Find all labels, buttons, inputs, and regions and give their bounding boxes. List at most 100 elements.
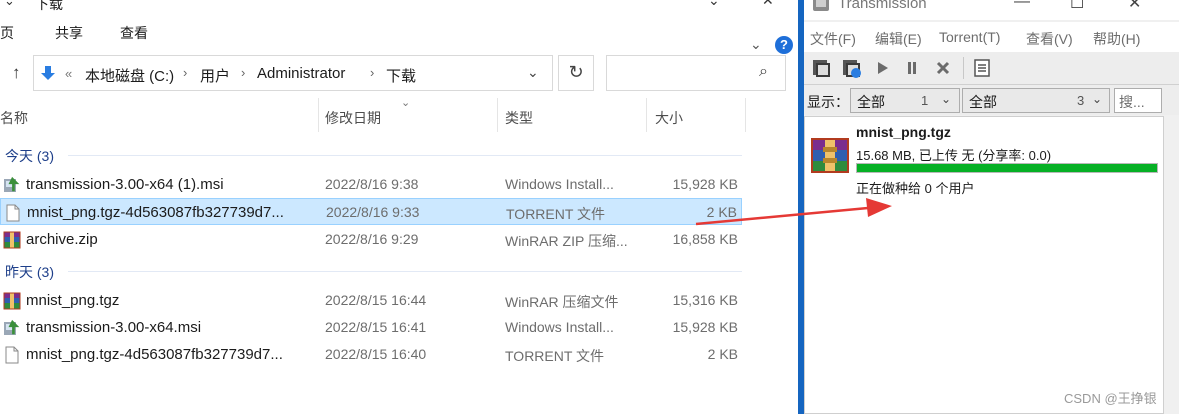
file-type: TORRENT 文件 [505,348,605,364]
filter-bar: 显示： 全部 1 ⌄ 全部 3 ⌄ 搜... [804,85,1179,115]
file-size: 16,858 KB [672,231,738,247]
transmission-window-title: Transmission [838,0,927,12]
column-header-type[interactable]: 类型 [498,98,646,132]
file-name: transmission-3.00-x64.msi [26,319,202,336]
breadcrumb-users[interactable]: 用户 [200,65,230,86]
toolbar [804,52,1179,85]
torrent-progress-fill [857,164,1157,172]
torrent-file-icon [4,204,22,222]
watermark: CSDN @王挣银 [1064,391,1157,406]
file-name: mnist_png.tgz-4d563087fb327739d7... [27,204,284,221]
tracker-filter-select[interactable]: 全部 3 ⌄ [962,88,1110,113]
ribbon-tabs: 主页 共享 查看 ⌄ ? [0,14,798,54]
winrar-archive-icon [811,138,849,173]
file-date: 2022/8/16 9:33 [326,204,420,220]
file-type: WinRAR ZIP 压缩... [505,233,628,249]
torrent-item[interactable]: mnist_png.tgz 15.68 MB, 已上传 无 (分享率: 0.0)… [805,117,1163,197]
quick-access-chevron-icon[interactable]: ⌄ [4,0,15,9]
close-button[interactable]: ✕ [762,0,774,9]
file-row-selected[interactable]: mnist_png.tgz-4d563087fb327739d7... 2022… [0,198,742,225]
toolbar-separator [963,57,964,79]
pause-icon[interactable] [901,57,923,79]
menu-bar: 文件(F) 编辑(E) Torrent(T) 查看(V) 帮助(H) [804,22,1179,52]
maximize-button[interactable]: ☐ [1070,0,1084,13]
torrent-search-input[interactable]: 搜... [1114,88,1162,113]
properties-icon[interactable] [971,57,993,79]
address-bar[interactable]: « 本地磁盘 (C:) › 用户 › Administrator › 下载 ⌄ [33,55,553,91]
address-row: ↑ « 本地磁盘 (C:) › 用户 › Administrator › 下载 … [0,50,798,96]
address-dropdown-icon[interactable]: ⌄ [527,64,539,81]
group-header-yesterday[interactable]: 昨天 (3) [5,262,54,282]
transmission-app-icon [813,0,829,11]
tracker-filter-value: 全部 [969,94,997,110]
chevron-down-icon: ⌄ [941,92,952,106]
column-header-date[interactable]: 修改日期 [319,98,497,132]
file-date: 2022/8/16 9:29 [325,231,419,247]
column-label: 名称 [0,110,28,126]
remove-icon[interactable] [932,57,954,79]
open-url-icon[interactable] [840,57,862,79]
transmission-titlebar: Transmission — ☐ ✕ [804,0,1179,20]
explorer-titlebar: ⌄ 下载 ⌄ ✕ [0,0,798,14]
refresh-icon: ↻ [568,62,584,82]
path-overflow[interactable]: « [65,66,72,81]
breadcrumb-downloads[interactable]: 下载 [386,65,416,86]
close-button[interactable]: ✕ [1128,0,1141,13]
menu-torrent[interactable]: Torrent(T) [939,29,1000,45]
search-input[interactable]: ⌕ [606,55,786,91]
menu-file[interactable]: 文件(F) [810,29,856,49]
file-type: Windows Install... [505,319,614,335]
file-row[interactable]: archive.zip 2022/8/16 9:29 WinRAR ZIP 压缩… [0,226,742,253]
column-label: 类型 [505,110,533,126]
menu-edit[interactable]: 编辑(E) [875,29,922,49]
file-date: 2022/8/15 16:44 [325,292,427,308]
file-size: 15,316 KB [672,292,738,308]
file-type: TORRENT 文件 [506,206,606,222]
breadcrumb-administrator[interactable]: Administrator [257,65,345,82]
file-date: 2022/8/15 16:41 [325,319,427,335]
chevron-right-icon[interactable]: › [241,65,245,80]
file-name: mnist_png.tgz-4d563087fb327739d7... [26,346,283,363]
column-label: 大小 [655,110,683,126]
file-size: 15,928 KB [672,176,738,192]
msi-installer-icon [3,319,21,337]
file-size: 15,928 KB [672,319,738,335]
file-name: mnist_png.tgz [26,292,120,309]
file-row[interactable]: mnist_png.tgz-4d563087fb327739d7... 2022… [0,341,742,368]
filter-label: 显示： [807,94,849,110]
minimize-button[interactable]: — [1014,0,1030,11]
open-torrent-icon[interactable] [810,57,832,79]
tab-share[interactable]: 共享 [55,23,83,43]
maximize-button[interactable]: ⌄ [708,0,720,9]
group-header-today[interactable]: 今天 (3) [5,146,54,166]
torrent-search-text: 搜... [1119,94,1145,110]
tracker-filter-count: 3 [1077,93,1085,108]
status-filter-select[interactable]: 全部 1 ⌄ [850,88,960,113]
column-header-size[interactable]: 大小 [647,98,745,132]
status-filter-count: 1 [921,93,929,108]
menu-view[interactable]: 查看(V) [1026,29,1073,49]
menu-help[interactable]: 帮助(H) [1093,29,1140,49]
file-row[interactable]: transmission-3.00-x64 (1).msi 2022/8/16 … [0,171,742,198]
refresh-button[interactable]: ↻ [558,55,594,91]
chevron-right-icon[interactable]: › [370,65,374,80]
file-size: 2 KB [706,204,737,220]
chevron-right-icon[interactable]: › [183,65,187,80]
up-arrow-icon[interactable]: ↑ [12,63,21,83]
file-row[interactable]: transmission-3.00-x64.msi 2022/8/15 16:4… [0,314,742,341]
breadcrumb-drive[interactable]: 本地磁盘 (C:) [85,65,174,86]
column-divider[interactable] [745,98,746,132]
tab-home[interactable]: 主页 [0,23,14,43]
torrent-progress-bar [856,163,1158,173]
msi-installer-icon [3,176,21,194]
file-date: 2022/8/15 16:40 [325,346,427,362]
file-type: Windows Install... [505,176,614,192]
start-icon[interactable] [871,57,893,79]
file-row[interactable]: mnist_png.tgz 2022/8/15 16:44 WinRAR 压缩文… [0,287,742,314]
tab-view[interactable]: 查看 [120,23,148,43]
explorer-window-title: 下载 [35,0,63,12]
torrent-info: 15.68 MB, 已上传 无 (分享率: 0.0) [856,148,1052,163]
file-size: 2 KB [707,346,738,362]
column-header-name[interactable]: 名称 [0,98,318,132]
status-filter-value: 全部 [857,94,885,110]
